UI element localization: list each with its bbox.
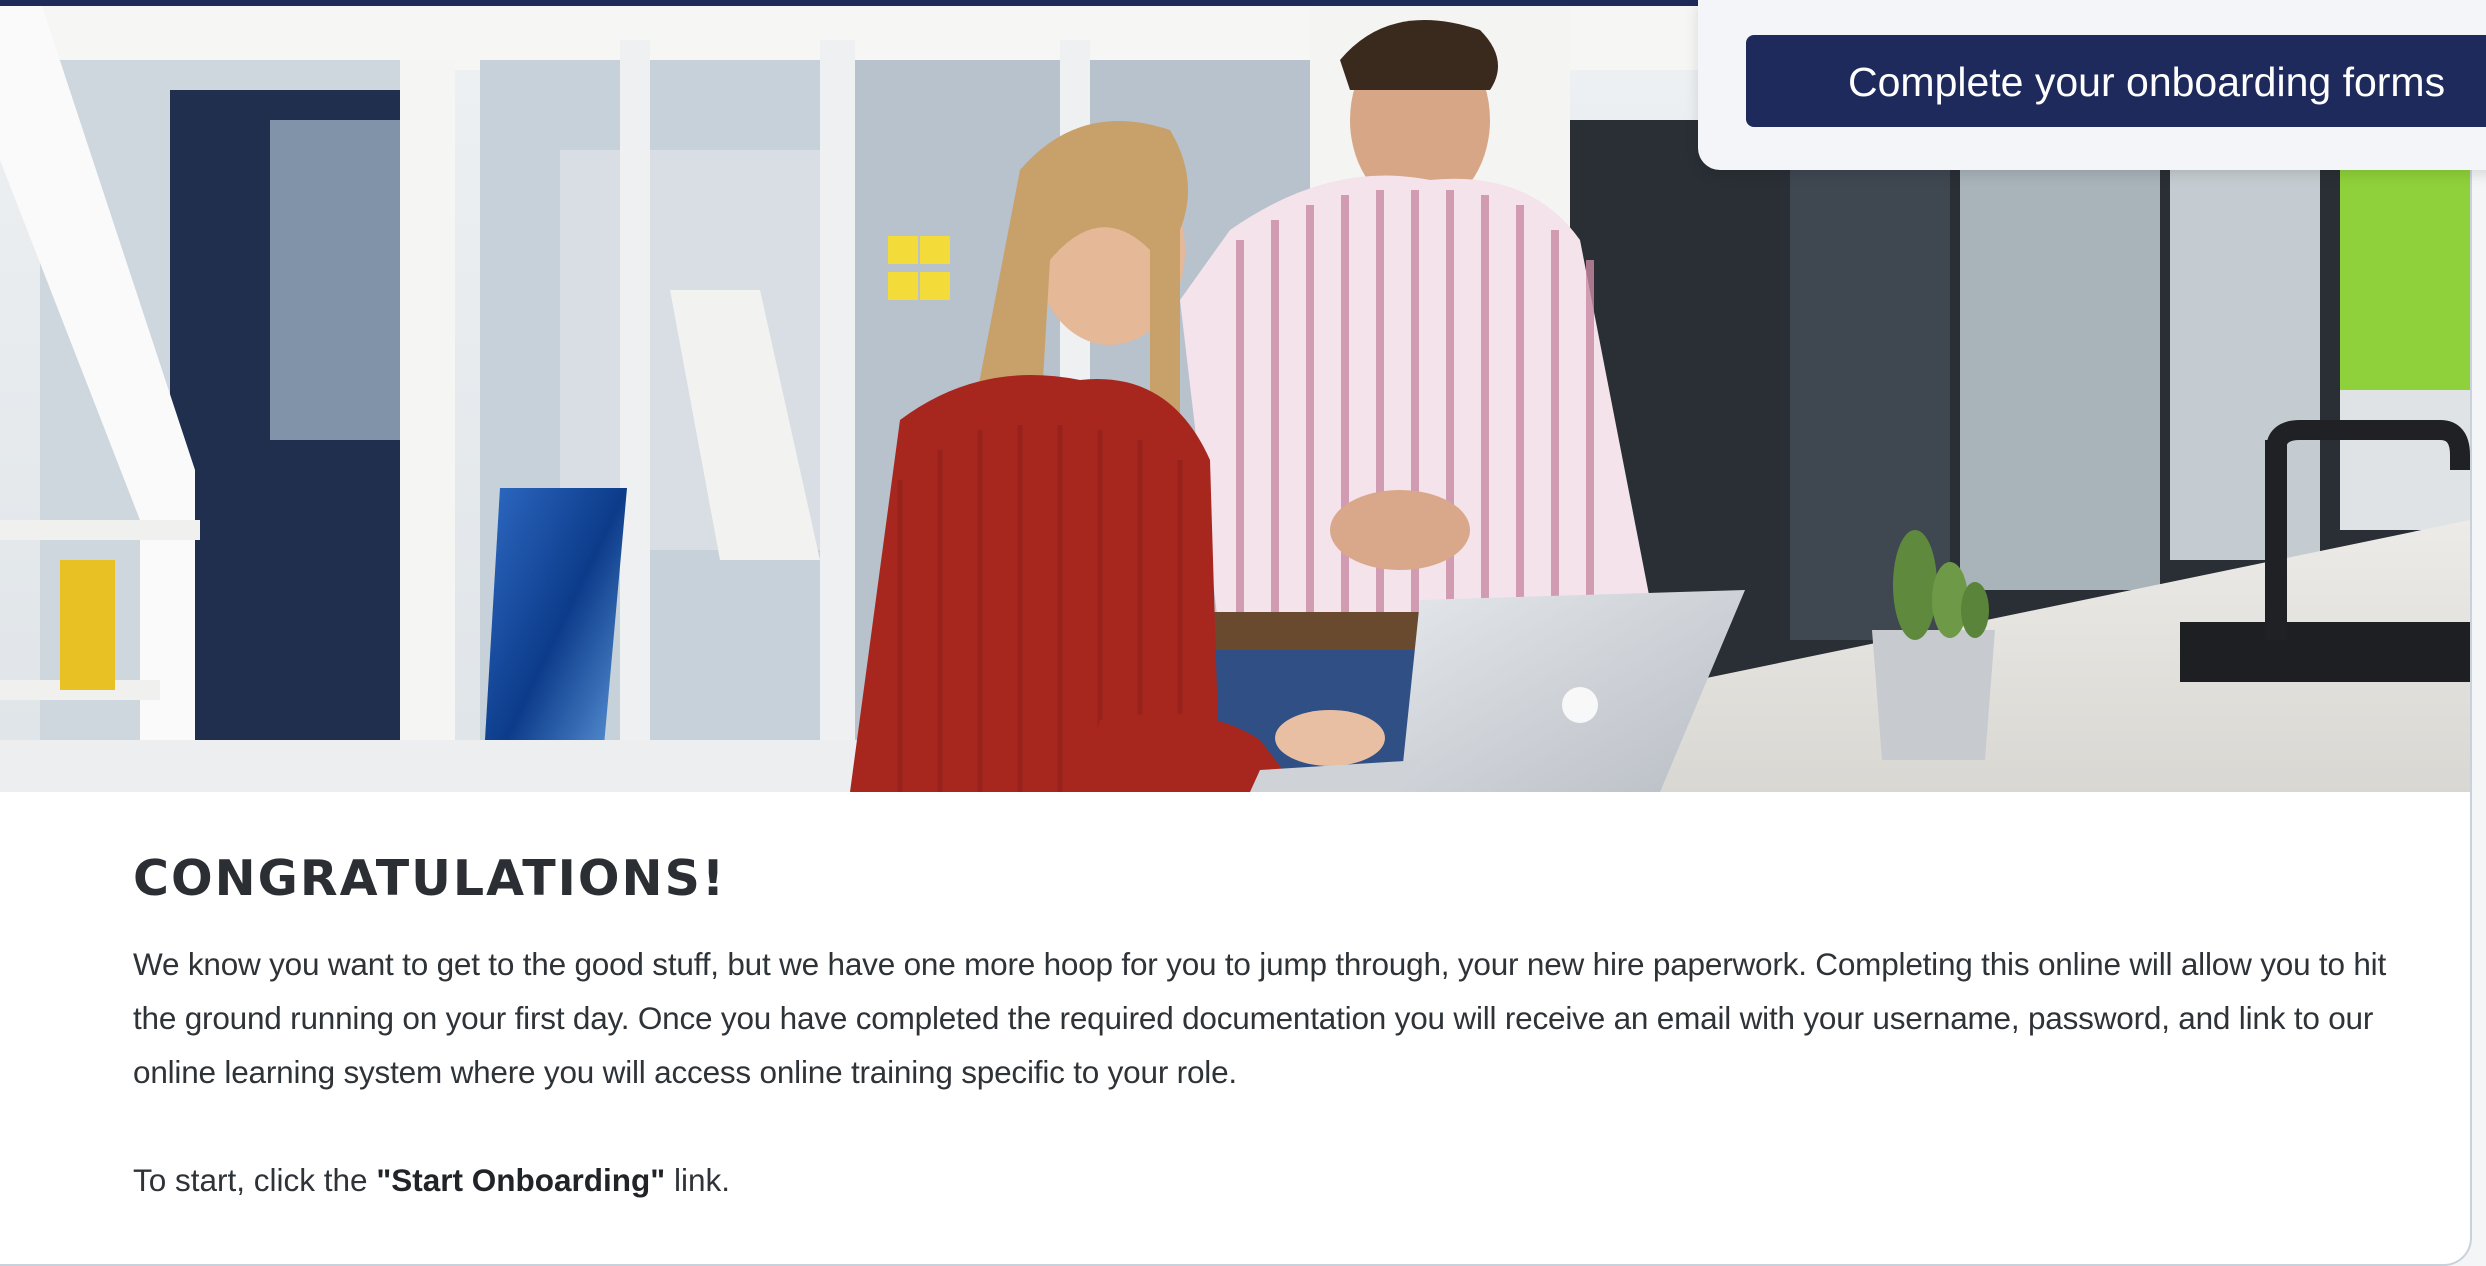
onboarding-card: CONGRATULATIONS! We know you want to get…	[0, 0, 2472, 1266]
start-instruction-suffix: link.	[665, 1161, 730, 1198]
page-title: CONGRATULATIONS!	[133, 850, 727, 907]
complete-onboarding-forms-button[interactable]: Complete your onboarding forms	[1746, 35, 2486, 127]
start-instruction-prefix: To start, click the	[133, 1161, 377, 1198]
start-onboarding-reference: "Start Onboarding"	[376, 1161, 666, 1198]
start-instruction: To start, click the "Start Onboarding" l…	[133, 1153, 2403, 1207]
top-accent-bar	[0, 0, 1700, 6]
page: CONGRATULATIONS! We know you want to get…	[0, 0, 2486, 1266]
intro-paragraph: We know you want to get to the good stuf…	[133, 945, 2387, 1090]
callout-panel: Complete your onboarding forms	[1698, 0, 2486, 170]
onboarding-message: CONGRATULATIONS! We know you want to get…	[133, 850, 2403, 1207]
